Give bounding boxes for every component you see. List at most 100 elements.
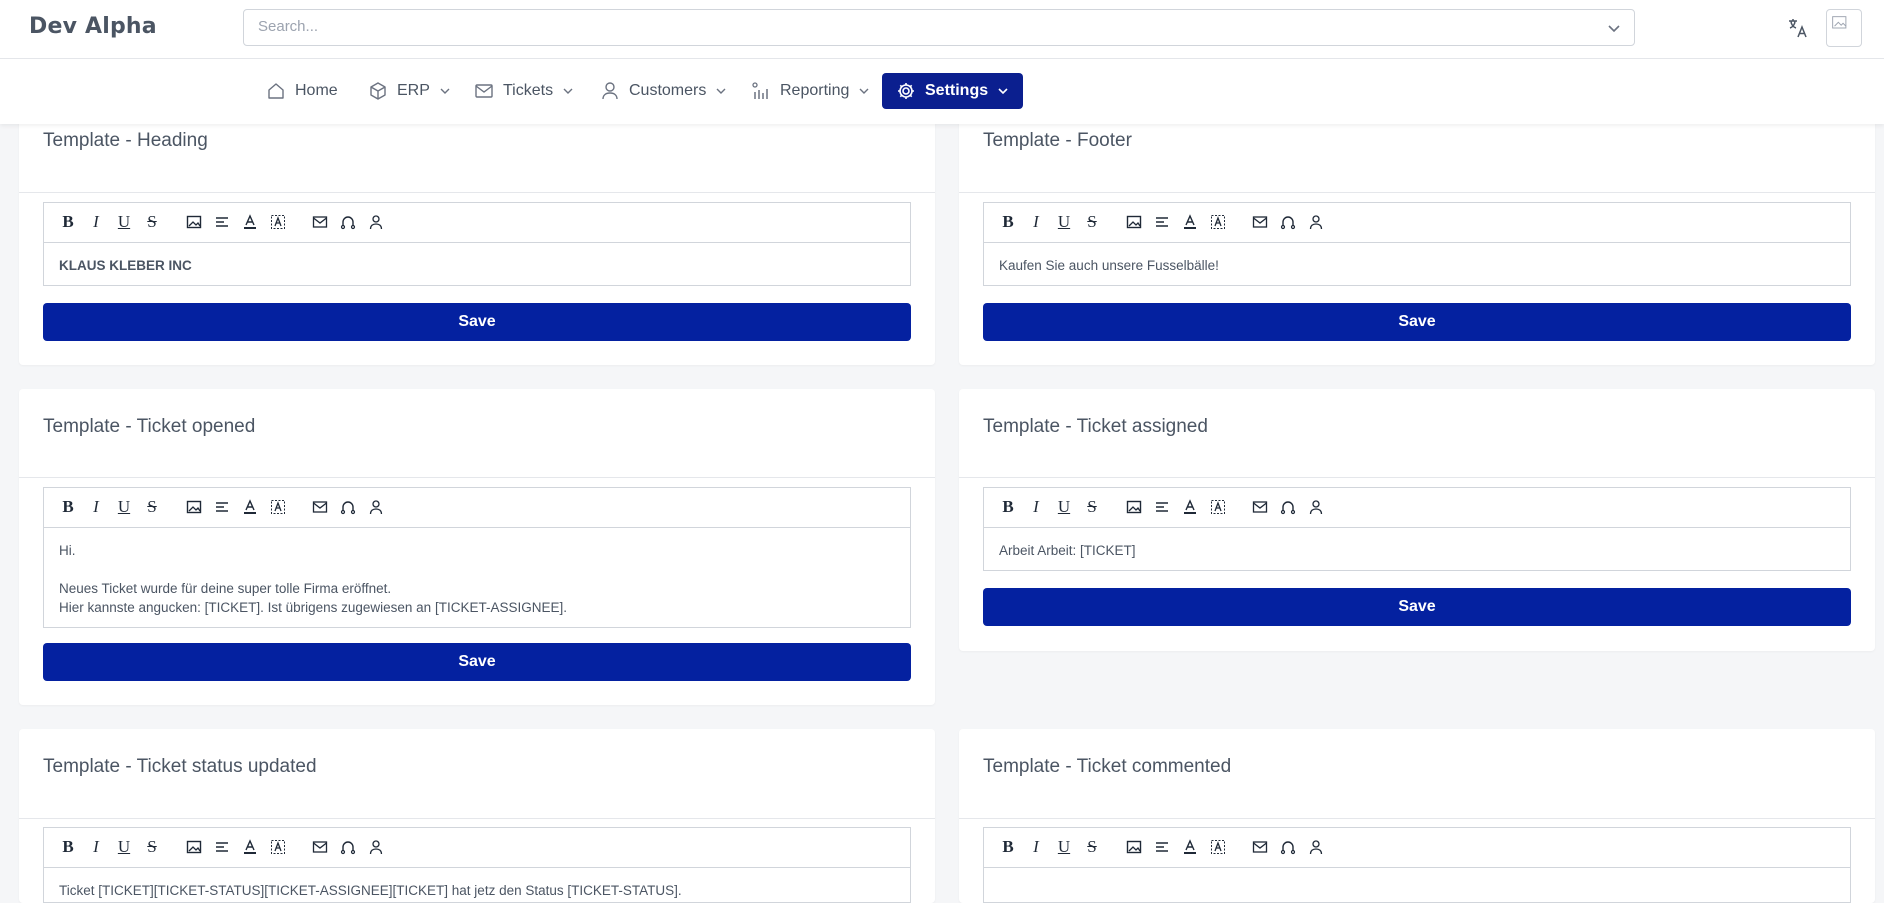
nav-settings[interactable]: Settings bbox=[882, 73, 1024, 109]
bold-icon[interactable]: B bbox=[59, 837, 77, 856]
link-icon[interactable] bbox=[339, 838, 357, 856]
mail-icon[interactable] bbox=[1251, 213, 1269, 231]
align-icon[interactable] bbox=[213, 498, 231, 516]
text-color-icon[interactable] bbox=[241, 498, 259, 516]
save-button[interactable]: Save bbox=[983, 303, 1851, 341]
nav-customers[interactable]: Customers bbox=[600, 73, 727, 109]
image-icon[interactable] bbox=[1125, 838, 1143, 856]
card-title: Template - Ticket opened bbox=[43, 416, 256, 437]
rich-text-editor[interactable]: B I U S KLAUS KLEBER INC bbox=[43, 202, 911, 286]
user-icon[interactable] bbox=[367, 498, 385, 516]
avatar[interactable] bbox=[1826, 9, 1862, 47]
text-color-icon[interactable] bbox=[241, 213, 259, 231]
image-icon[interactable] bbox=[185, 213, 203, 231]
italic-icon[interactable]: I bbox=[1027, 212, 1045, 231]
underline-icon[interactable]: U bbox=[115, 212, 133, 231]
editor-content[interactable]: Kaufen Sie auch unsere Fusselbälle! bbox=[984, 243, 1850, 285]
align-icon[interactable] bbox=[213, 838, 231, 856]
image-icon[interactable] bbox=[185, 838, 203, 856]
nav-reporting[interactable]: Reporting bbox=[751, 73, 870, 109]
content-line: Kaufen Sie auch unsere Fusselbälle! bbox=[999, 258, 1219, 273]
save-button[interactable]: Save bbox=[983, 588, 1851, 626]
italic-icon[interactable]: I bbox=[87, 837, 105, 856]
user-icon[interactable] bbox=[367, 213, 385, 231]
italic-icon[interactable]: I bbox=[87, 212, 105, 231]
strikethrough-icon[interactable]: S bbox=[143, 212, 161, 231]
save-button[interactable]: Save bbox=[43, 303, 911, 341]
nav-erp[interactable]: ERP bbox=[368, 73, 451, 109]
user-icon[interactable] bbox=[1307, 498, 1325, 516]
editor-content[interactable]: Hi. Neues Ticket wurde für deine super t… bbox=[44, 528, 910, 627]
editor-content[interactable]: Arbeit Arbeit: [TICKET] bbox=[984, 528, 1850, 570]
strikethrough-icon[interactable]: S bbox=[143, 837, 161, 856]
underline-icon[interactable]: U bbox=[1055, 212, 1073, 231]
text-color-icon[interactable] bbox=[241, 838, 259, 856]
underline-icon[interactable]: U bbox=[1055, 837, 1073, 856]
image-icon[interactable] bbox=[1125, 498, 1143, 516]
bold-icon[interactable]: B bbox=[59, 212, 77, 231]
clear-format-icon[interactable] bbox=[269, 498, 287, 516]
italic-icon[interactable]: I bbox=[87, 497, 105, 516]
mail-icon[interactable] bbox=[311, 498, 329, 516]
link-icon[interactable] bbox=[1279, 498, 1297, 516]
save-button[interactable]: Save bbox=[43, 643, 911, 681]
chevron-down-icon[interactable] bbox=[1606, 20, 1622, 36]
align-icon[interactable] bbox=[1153, 213, 1171, 231]
link-icon[interactable] bbox=[339, 498, 357, 516]
clear-format-icon[interactable] bbox=[1209, 838, 1227, 856]
strikethrough-icon[interactable]: S bbox=[143, 497, 161, 516]
text-color-icon[interactable] bbox=[1181, 838, 1199, 856]
image-icon[interactable] bbox=[185, 498, 203, 516]
clear-format-icon[interactable] bbox=[1209, 498, 1227, 516]
app-title: Dev Alpha bbox=[29, 14, 157, 39]
link-icon[interactable] bbox=[1279, 838, 1297, 856]
rich-text-editor[interactable]: B I U S Kaufen Sie auch unsere Fusselbäl… bbox=[983, 202, 1851, 286]
bold-icon[interactable]: B bbox=[999, 497, 1017, 516]
user-icon bbox=[602, 82, 618, 100]
italic-icon[interactable]: I bbox=[1027, 497, 1045, 516]
nav-tickets[interactable]: Tickets bbox=[474, 73, 574, 109]
align-icon[interactable] bbox=[1153, 498, 1171, 516]
editor-content[interactable]: KLAUS KLEBER INC bbox=[44, 243, 910, 285]
underline-icon[interactable]: U bbox=[115, 497, 133, 516]
align-icon[interactable] bbox=[1153, 838, 1171, 856]
strikethrough-icon[interactable]: S bbox=[1083, 212, 1101, 231]
editor-content[interactable]: Ticket [TICKET][TICKET-STATUS][TICKET-AS… bbox=[44, 868, 910, 903]
clear-format-icon[interactable] bbox=[269, 838, 287, 856]
bold-icon[interactable]: B bbox=[999, 212, 1017, 231]
strikethrough-icon[interactable]: S bbox=[1083, 837, 1101, 856]
image-icon[interactable] bbox=[1125, 213, 1143, 231]
bold-icon[interactable]: B bbox=[999, 837, 1017, 856]
rich-text-editor[interactable]: B I U S Arbeit Arbeit: [TICKET] bbox=[983, 487, 1851, 571]
user-icon[interactable] bbox=[1307, 838, 1325, 856]
link-icon[interactable] bbox=[339, 213, 357, 231]
translate-icon[interactable] bbox=[1786, 16, 1810, 40]
align-icon[interactable] bbox=[213, 213, 231, 231]
mail-icon[interactable] bbox=[1251, 838, 1269, 856]
user-icon[interactable] bbox=[1307, 213, 1325, 231]
clear-format-icon[interactable] bbox=[1209, 213, 1227, 231]
text-color-icon[interactable] bbox=[1181, 498, 1199, 516]
search-box[interactable] bbox=[243, 9, 1635, 46]
user-icon[interactable] bbox=[367, 838, 385, 856]
text-color-icon[interactable] bbox=[1181, 213, 1199, 231]
strikethrough-icon[interactable]: S bbox=[1083, 497, 1101, 516]
mail-icon[interactable] bbox=[1251, 498, 1269, 516]
editor-content[interactable] bbox=[984, 868, 1850, 903]
search-input[interactable] bbox=[258, 18, 1558, 35]
cube-icon bbox=[370, 82, 386, 100]
content-line: KLAUS KLEBER INC bbox=[59, 258, 192, 273]
rich-text-editor[interactable]: B I U S Hi. Neues Ticket wurde für deine… bbox=[43, 487, 911, 628]
rich-text-editor[interactable]: B I U S bbox=[983, 827, 1851, 903]
rich-text-editor[interactable]: B I U S Ticket [TICKET][TICKET-STATUS][T… bbox=[43, 827, 911, 903]
nav-home[interactable]: Home bbox=[266, 73, 338, 109]
italic-icon[interactable]: I bbox=[1027, 837, 1045, 856]
underline-icon[interactable]: U bbox=[1055, 497, 1073, 516]
clear-format-icon[interactable] bbox=[269, 213, 287, 231]
link-icon[interactable] bbox=[1279, 213, 1297, 231]
mail-icon[interactable] bbox=[311, 838, 329, 856]
bold-icon[interactable]: B bbox=[59, 497, 77, 516]
divider bbox=[19, 477, 935, 478]
mail-icon[interactable] bbox=[311, 213, 329, 231]
underline-icon[interactable]: U bbox=[115, 837, 133, 856]
